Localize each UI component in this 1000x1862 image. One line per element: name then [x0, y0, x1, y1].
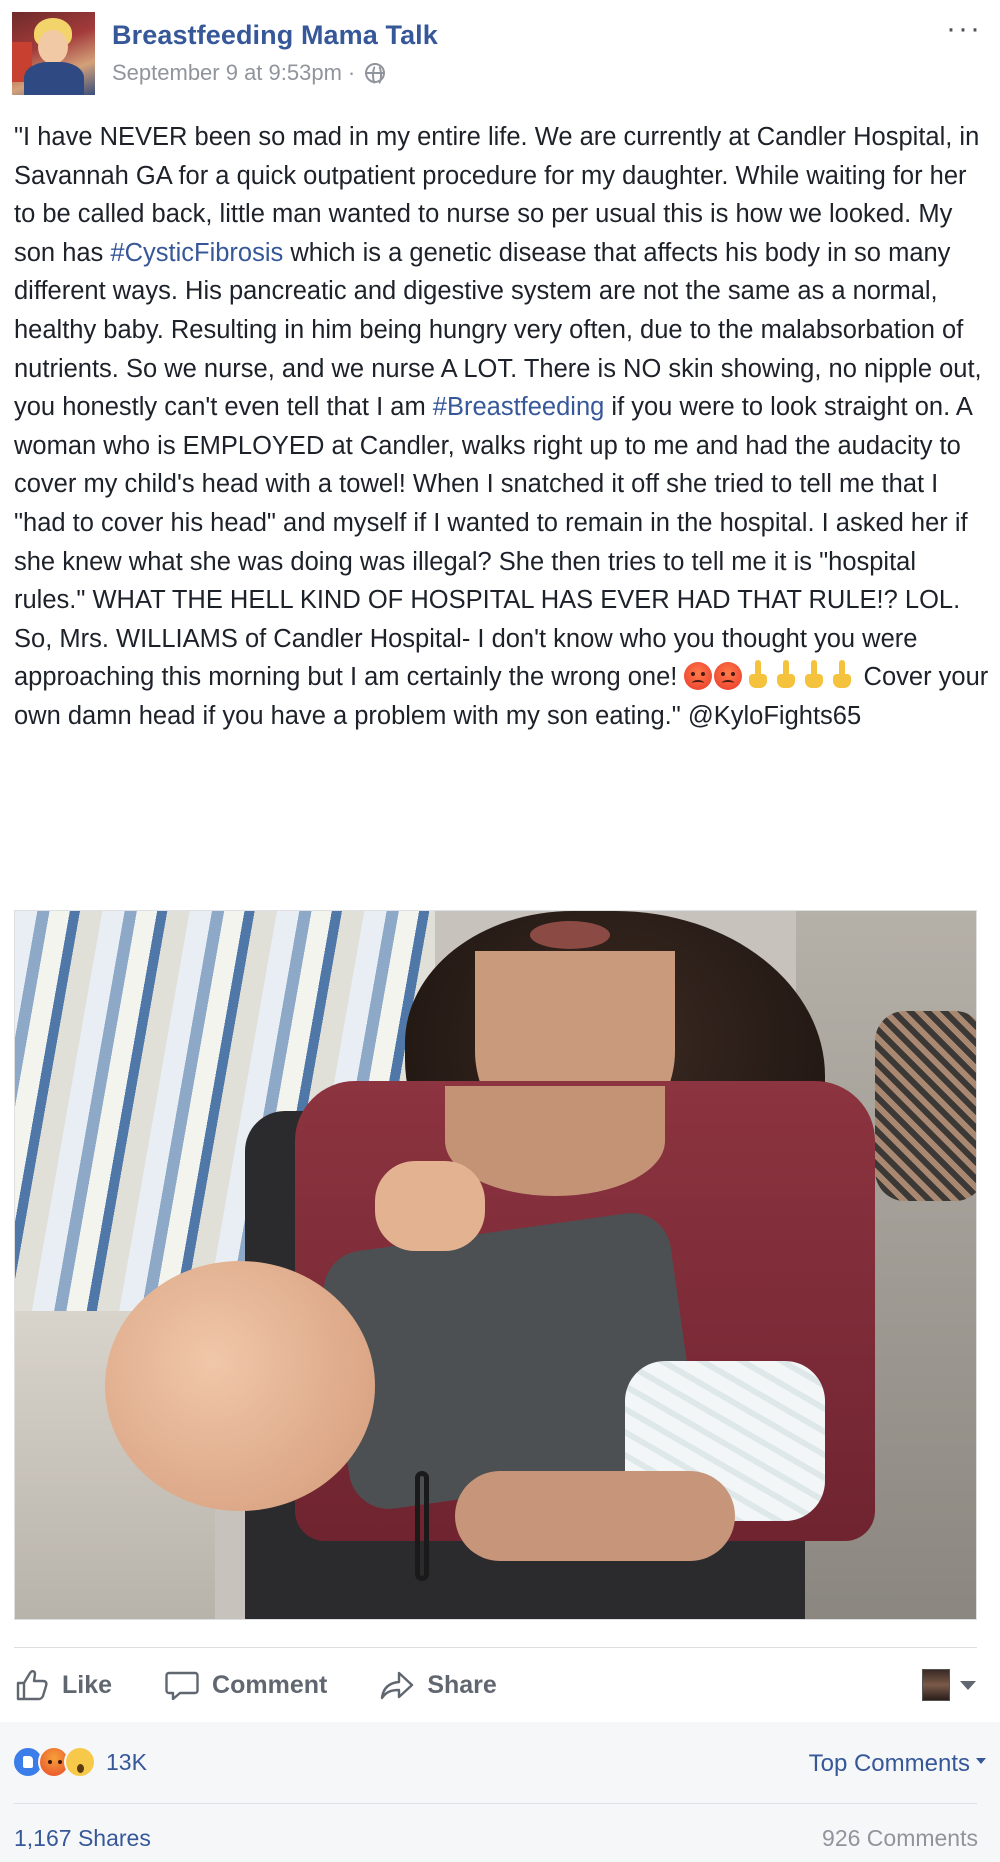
- post-text-segment: if you were to look straight on. A woman…: [14, 393, 972, 692]
- page-name-link[interactable]: Breastfeeding Mama Talk: [112, 20, 438, 51]
- middle-finger-emoji: [777, 660, 796, 690]
- post-timestamp[interactable]: September 9 at 9:53pm: [112, 60, 342, 86]
- share-arrow-icon: [381, 1671, 414, 1700]
- viewer-avatar: [922, 1669, 950, 1701]
- divider: [14, 1647, 977, 1648]
- meta-separator: ·: [347, 60, 356, 85]
- divider: [14, 1803, 977, 1804]
- share-button[interactable]: Share: [379, 1667, 497, 1703]
- middle-finger-emoji: [805, 660, 824, 690]
- middle-finger-emoji: [749, 660, 768, 690]
- caret-down-icon: [960, 1680, 976, 1690]
- reaction-count[interactable]: 13K: [106, 1749, 147, 1776]
- sort-label: Top Comments: [808, 1750, 970, 1777]
- post-body-text: "I have NEVER been so mad in my entire l…: [14, 118, 989, 736]
- angry-face-emoji: [684, 662, 713, 691]
- comment-button[interactable]: Comment: [164, 1667, 327, 1703]
- reactions-summary[interactable]: 13K: [12, 1746, 147, 1778]
- comments-count-link[interactable]: 926 Comments: [822, 1825, 978, 1852]
- post-as-selector[interactable]: [922, 1669, 976, 1701]
- post-photo[interactable]: [14, 910, 977, 1620]
- facebook-post: Breastfeeding Mama Talk September 9 at 9…: [0, 0, 1000, 1862]
- angry-face-emoji: [714, 662, 743, 691]
- comment-bubble-icon: [165, 1671, 199, 1701]
- comment-sort-dropdown[interactable]: Top Comments: [809, 1750, 986, 1778]
- ellipsis-icon[interactable]: ···: [946, 14, 982, 44]
- action-bar: Like Comment Share: [14, 1658, 977, 1712]
- share-label: Share: [427, 1670, 497, 1699]
- hashtag-link[interactable]: #Breastfeeding: [433, 393, 605, 421]
- page-avatar[interactable]: [12, 12, 95, 95]
- post-meta: September 9 at 9:53pm ·: [112, 60, 386, 86]
- comment-label: Comment: [212, 1670, 328, 1699]
- shares-count-link[interactable]: 1,167 Shares: [14, 1825, 151, 1852]
- middle-finger-emoji: [833, 660, 852, 690]
- hashtag-link[interactable]: #CysticFibrosis: [110, 239, 283, 267]
- caret-down-icon: [976, 1758, 986, 1764]
- thumbs-up-icon: [16, 1670, 48, 1701]
- like-button[interactable]: Like: [14, 1667, 112, 1703]
- wow-reaction-icon: [64, 1746, 96, 1778]
- globe-icon[interactable]: [365, 63, 386, 86]
- like-label: Like: [62, 1670, 113, 1699]
